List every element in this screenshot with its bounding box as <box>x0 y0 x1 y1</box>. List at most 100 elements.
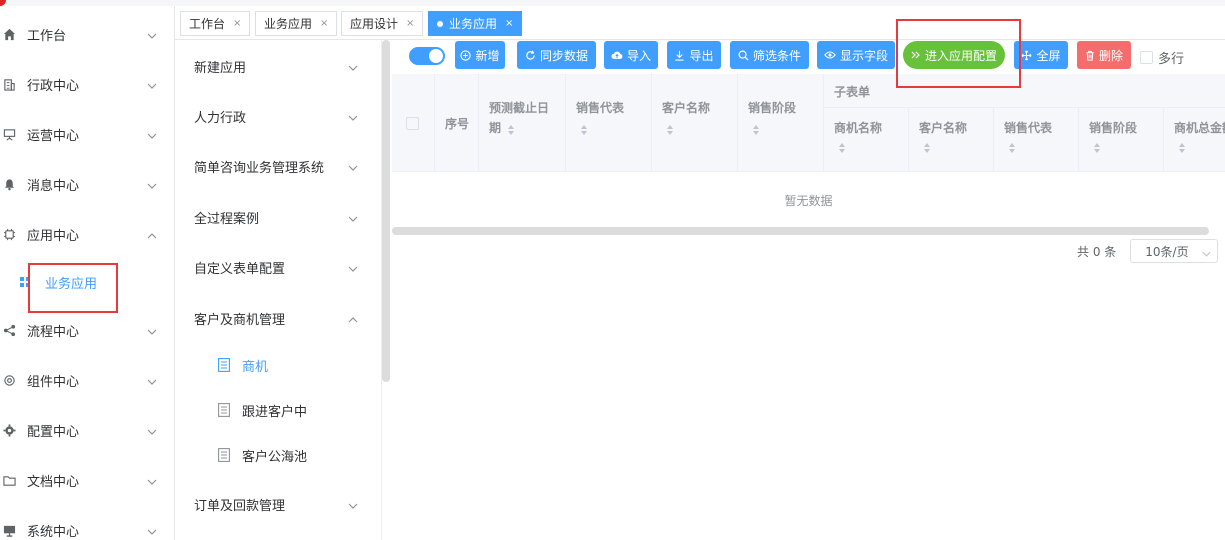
nav-item-operations[interactable]: 运营中心 <box>0 114 175 154</box>
category-hr-admin[interactable]: 人力行政 <box>176 96 376 136</box>
nav-label: 组件中心 <box>27 374 80 390</box>
subitem-label: 客户公海池 <box>242 449 308 465</box>
column-label: 销售代表 <box>1004 121 1053 135</box>
cog-icon <box>2 423 16 437</box>
column-header[interactable]: 销售代表 <box>566 74 652 172</box>
nav-item-components[interactable]: 组件中心 <box>0 360 175 400</box>
checkbox-label: 多行 <box>1158 52 1185 67</box>
column-header[interactable]: 销售阶段 <box>738 74 824 172</box>
sub-column-header[interactable]: 商机总金额 <box>1164 108 1225 172</box>
category-full-process[interactable]: 全过程案例 <box>176 197 376 237</box>
nav-label: 文档中心 <box>27 474 80 490</box>
delete-button[interactable]: 删除 <box>1077 41 1131 69</box>
page-size-select[interactable]: 10条/页 <box>1130 239 1219 263</box>
nav-label: 系统中心 <box>27 524 80 540</box>
nav-item-config[interactable]: 配置中心 <box>0 410 175 450</box>
building-icon <box>2 77 16 91</box>
view-toggle-switch[interactable] <box>409 47 445 65</box>
tab-label: 业务应用 <box>449 17 498 31</box>
tab-business-app-active[interactable]: 业务应用 × <box>428 11 523 36</box>
checkbox-box[interactable] <box>1140 51 1153 64</box>
refresh-icon <box>525 49 536 61</box>
table-horizontal-scrollbar[interactable] <box>392 227 1209 235</box>
chevron-down-icon <box>1202 246 1211 260</box>
bell-icon <box>2 177 16 191</box>
sort-icon[interactable] <box>1008 142 1016 157</box>
sync-data-button[interactable]: 同步数据 <box>517 41 596 69</box>
close-icon[interactable]: × <box>320 18 328 29</box>
subitem-opportunity[interactable]: 商机 <box>176 347 376 383</box>
sort-icon[interactable] <box>507 124 515 139</box>
sub-column-header[interactable]: 销售代表 <box>994 108 1079 172</box>
nav-label: 应用中心 <box>27 228 80 244</box>
sort-icon[interactable] <box>580 124 588 139</box>
close-icon[interactable]: × <box>505 18 513 29</box>
category-label: 全过程案例 <box>194 211 260 227</box>
enter-app-config-button[interactable]: 进入应用配置 <box>903 41 1005 69</box>
column-label: 商机名称 <box>834 121 883 135</box>
move-arrows-icon <box>1021 50 1032 61</box>
select-all-column <box>392 74 435 172</box>
category-label: 订单及回款管理 <box>194 498 286 514</box>
category-custom-form[interactable]: 自定义表单配置 <box>176 247 376 287</box>
column-header[interactable]: 客户名称 <box>652 74 738 172</box>
export-button[interactable]: 导出 <box>667 41 721 69</box>
nav-item-workbench[interactable]: 工作台 <box>0 14 175 54</box>
chevron-down-icon <box>147 78 157 93</box>
multiline-checkbox[interactable]: 多行 <box>1140 48 1184 67</box>
tab-workbench[interactable]: 工作台 × <box>180 11 251 36</box>
column-header[interactable]: 预测截止日期 <box>479 74 566 172</box>
gear-icon <box>2 373 16 387</box>
button-label: 进入应用配置 <box>924 48 997 63</box>
column-label: 销售代表 <box>576 101 625 115</box>
subitem-customer-pool[interactable]: 客户公海池 <box>176 437 376 473</box>
category-label: 人力行政 <box>194 110 247 126</box>
share-icon <box>2 323 16 337</box>
nav-item-workflow[interactable]: 流程中心 <box>0 310 175 350</box>
fullscreen-button[interactable]: 全屏 <box>1014 41 1068 69</box>
subitem-following-customer[interactable]: 跟进客户中 <box>176 392 376 428</box>
sort-icon[interactable] <box>1178 142 1186 157</box>
category-new-app[interactable]: 新建应用 <box>176 46 376 86</box>
button-label: 导入 <box>626 48 651 63</box>
nav-item-app-center[interactable]: 应用中心 <box>0 214 175 254</box>
close-icon[interactable]: × <box>233 18 241 29</box>
sort-icon[interactable] <box>752 124 760 139</box>
sub-column-header[interactable]: 商机名称 <box>824 108 909 172</box>
tab-label: 业务应用 <box>264 17 313 31</box>
sort-icon[interactable] <box>923 142 931 157</box>
nav-item-messages[interactable]: 消息中心 <box>0 164 175 204</box>
category-consulting[interactable]: 简单咨询业务管理系统 <box>176 146 376 186</box>
filter-conditions-button[interactable]: 筛选条件 <box>730 41 809 69</box>
nav-label: 配置中心 <box>27 424 80 440</box>
empty-state-text: 暂无数据 <box>784 193 833 208</box>
chevron-down-icon <box>147 128 157 143</box>
nav-item-documents[interactable]: 文档中心 <box>0 460 175 500</box>
add-button[interactable]: 新增 <box>455 41 505 69</box>
double-chevron-right-icon <box>911 50 921 60</box>
chevron-down-icon <box>147 324 157 339</box>
show-fields-button[interactable]: 显示字段 <box>817 41 895 69</box>
sort-icon[interactable] <box>666 124 674 139</box>
sub-column-header[interactable]: 客户名称 <box>909 108 994 172</box>
sort-icon[interactable] <box>1093 142 1101 157</box>
chevron-down-icon <box>348 261 358 276</box>
category-scrollbar[interactable] <box>382 40 390 382</box>
select-all-checkbox[interactable] <box>406 117 419 130</box>
nav-subitem-business-app[interactable]: 业务应用 <box>0 264 175 300</box>
tab-business-app[interactable]: 业务应用 × <box>255 11 338 36</box>
tab-app-design[interactable]: 应用设计 × <box>341 11 424 36</box>
sort-icon[interactable] <box>838 142 846 157</box>
close-icon[interactable]: × <box>406 18 414 29</box>
nav-label: 工作台 <box>27 28 67 44</box>
column-label: 预测截止日期 <box>489 101 550 135</box>
category-order-payment[interactable]: 订单及回款管理 <box>176 484 376 524</box>
nav-item-admin[interactable]: 行政中心 <box>0 64 175 104</box>
cloud-upload-icon <box>611 50 623 60</box>
sub-column-header[interactable]: 销售阶段 <box>1079 108 1164 172</box>
nav-item-system[interactable]: 系统中心 <box>0 510 175 540</box>
import-button[interactable]: 导入 <box>604 41 658 69</box>
category-customer-opportunity[interactable]: 客户及商机管理 <box>176 298 376 338</box>
chevron-down-icon <box>348 60 358 75</box>
page-size-value: 10条/页 <box>1145 244 1189 259</box>
